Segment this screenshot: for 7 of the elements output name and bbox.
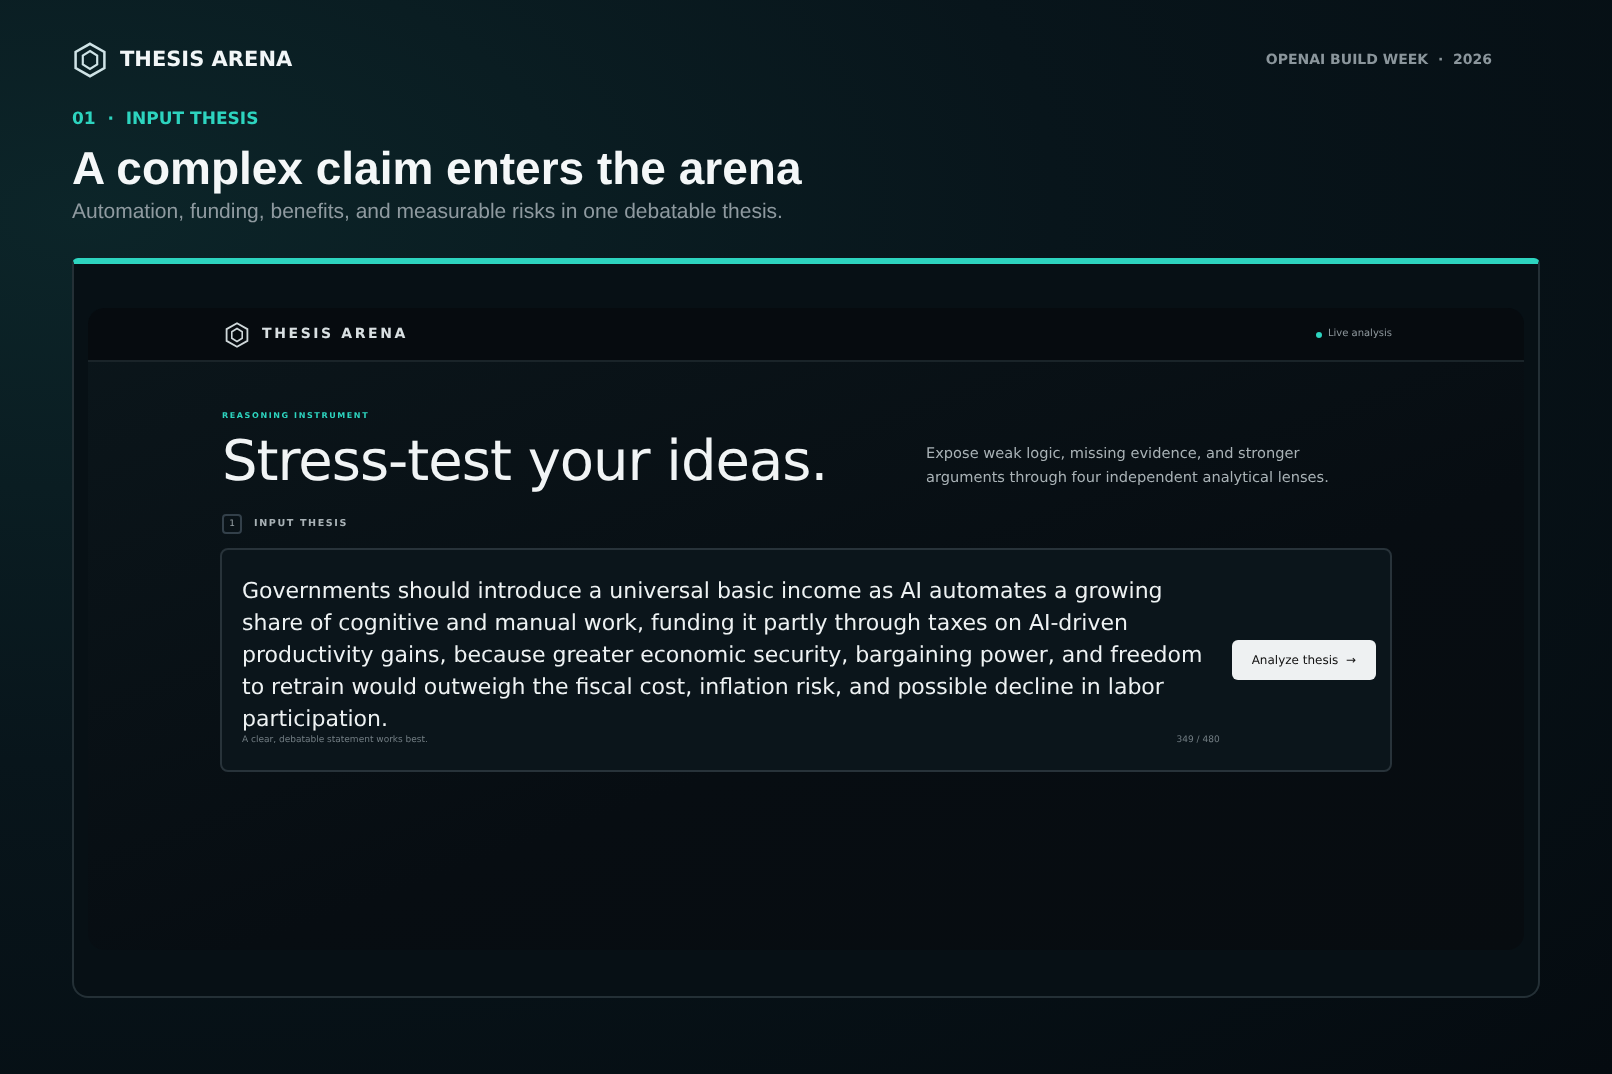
hexagon-logo-icon — [72, 42, 108, 78]
brand-name: THESIS ARENA — [120, 48, 293, 72]
headline: Stress-test your ideas. — [222, 428, 828, 494]
step-label: 01 · INPUT THESIS — [72, 110, 261, 130]
page-subtitle: Automation, funding, benefits, and measurable risks in one debatable thesis. — [72, 200, 785, 224]
page-title: A complex claim enters the arena — [72, 140, 804, 196]
hexagon-logo-icon — [224, 321, 250, 347]
